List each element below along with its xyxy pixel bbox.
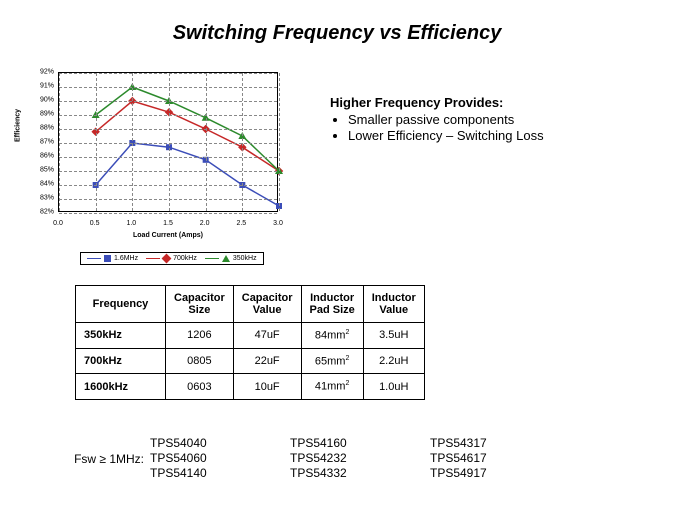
table-row: 700kHz080522uF65mm22.2uH (76, 348, 425, 374)
chart-y-tick: 87% (20, 139, 54, 146)
chart-y-tick: 82% (20, 209, 54, 216)
chart-y-tick: 83% (20, 195, 54, 202)
chart-legend: 1.6MHz 700kHz 350kHz (80, 252, 264, 265)
table-cell: 65mm2 (301, 348, 363, 374)
part-number: TPS54332 (290, 466, 430, 481)
table-header: InductorValue (363, 286, 424, 323)
table-cell: 0603 (166, 374, 234, 400)
table-header: Frequency (76, 286, 166, 323)
chart-y-tick: 92% (20, 69, 54, 76)
table-cell: 2.2uH (363, 348, 424, 374)
chart-x-tick: 0.0 (53, 220, 63, 227)
part-number: TPS54317 (430, 436, 570, 451)
chart-x-tick: 1.0 (126, 220, 136, 227)
chart-y-tick: 88% (20, 125, 54, 132)
efficiency-chart: Efficiency Load Current (Amps) 1.6MHz700… (20, 72, 290, 272)
parts-prefix-label: Fsw ≥ 1MHz: (20, 452, 150, 466)
chart-x-tick: 2.0 (200, 220, 210, 227)
table-cell: 1.0uH (363, 374, 424, 400)
table-cell: 0805 (166, 348, 234, 374)
part-number: TPS54040 (150, 436, 290, 451)
table-cell: 47uF (233, 323, 301, 349)
info-heading: Higher Frequency Provides: (330, 95, 650, 110)
chart-x-axis-label: Load Current (Amps) (58, 232, 278, 239)
part-number-list: Fsw ≥ 1MHz: TPS54040TPS54060TPS54140 TPS… (20, 436, 650, 481)
chart-x-tick: 1.5 (163, 220, 173, 227)
chart-x-tick: 0.5 (90, 220, 100, 227)
table-cell: 22uF (233, 348, 301, 374)
chart-y-tick: 84% (20, 181, 54, 188)
table-cell: 10uF (233, 374, 301, 400)
table-row: 350kHz120647uF84mm23.5uH (76, 323, 425, 349)
table-cell: 41mm2 (301, 374, 363, 400)
part-number: TPS54140 (150, 466, 290, 481)
legend-entry: 1.6MHz (87, 255, 138, 262)
table-cell: 700kHz (76, 348, 166, 374)
part-number: TPS54917 (430, 466, 570, 481)
table-cell: 84mm2 (301, 323, 363, 349)
info-bullet: Lower Efficiency – Switching Loss (348, 128, 650, 143)
part-number: TPS54060 (150, 451, 290, 466)
table-row: 1600kHz060310uF41mm21.0uH (76, 374, 425, 400)
table-header: CapacitorSize (166, 286, 234, 323)
table-cell: 350kHz (76, 323, 166, 349)
table-cell: 3.5uH (363, 323, 424, 349)
legend-entry: 350kHz (205, 255, 257, 262)
chart-y-tick: 90% (20, 97, 54, 104)
chart-y-tick: 91% (20, 83, 54, 90)
legend-entry: 700kHz (146, 255, 197, 262)
page-title: Switching Frequency vs Efficiency (0, 0, 674, 45)
info-bullet: Smaller passive components (348, 112, 650, 127)
chart-y-tick: 89% (20, 111, 54, 118)
table-header: CapacitorValue (233, 286, 301, 323)
chart-y-tick: 86% (20, 153, 54, 160)
chart-y-tick: 85% (20, 167, 54, 174)
part-number: TPS54160 (290, 436, 430, 451)
chart-x-tick: 2.5 (236, 220, 246, 227)
part-number: TPS54232 (290, 451, 430, 466)
table-cell: 1206 (166, 323, 234, 349)
part-number: TPS54617 (430, 451, 570, 466)
frequency-spec-table: FrequencyCapacitorSizeCapacitorValueIndu… (75, 285, 425, 400)
info-panel: Higher Frequency Provides: Smaller passi… (330, 95, 650, 144)
table-cell: 1600kHz (76, 374, 166, 400)
chart-x-tick: 3.0 (273, 220, 283, 227)
table-header: InductorPad Size (301, 286, 363, 323)
